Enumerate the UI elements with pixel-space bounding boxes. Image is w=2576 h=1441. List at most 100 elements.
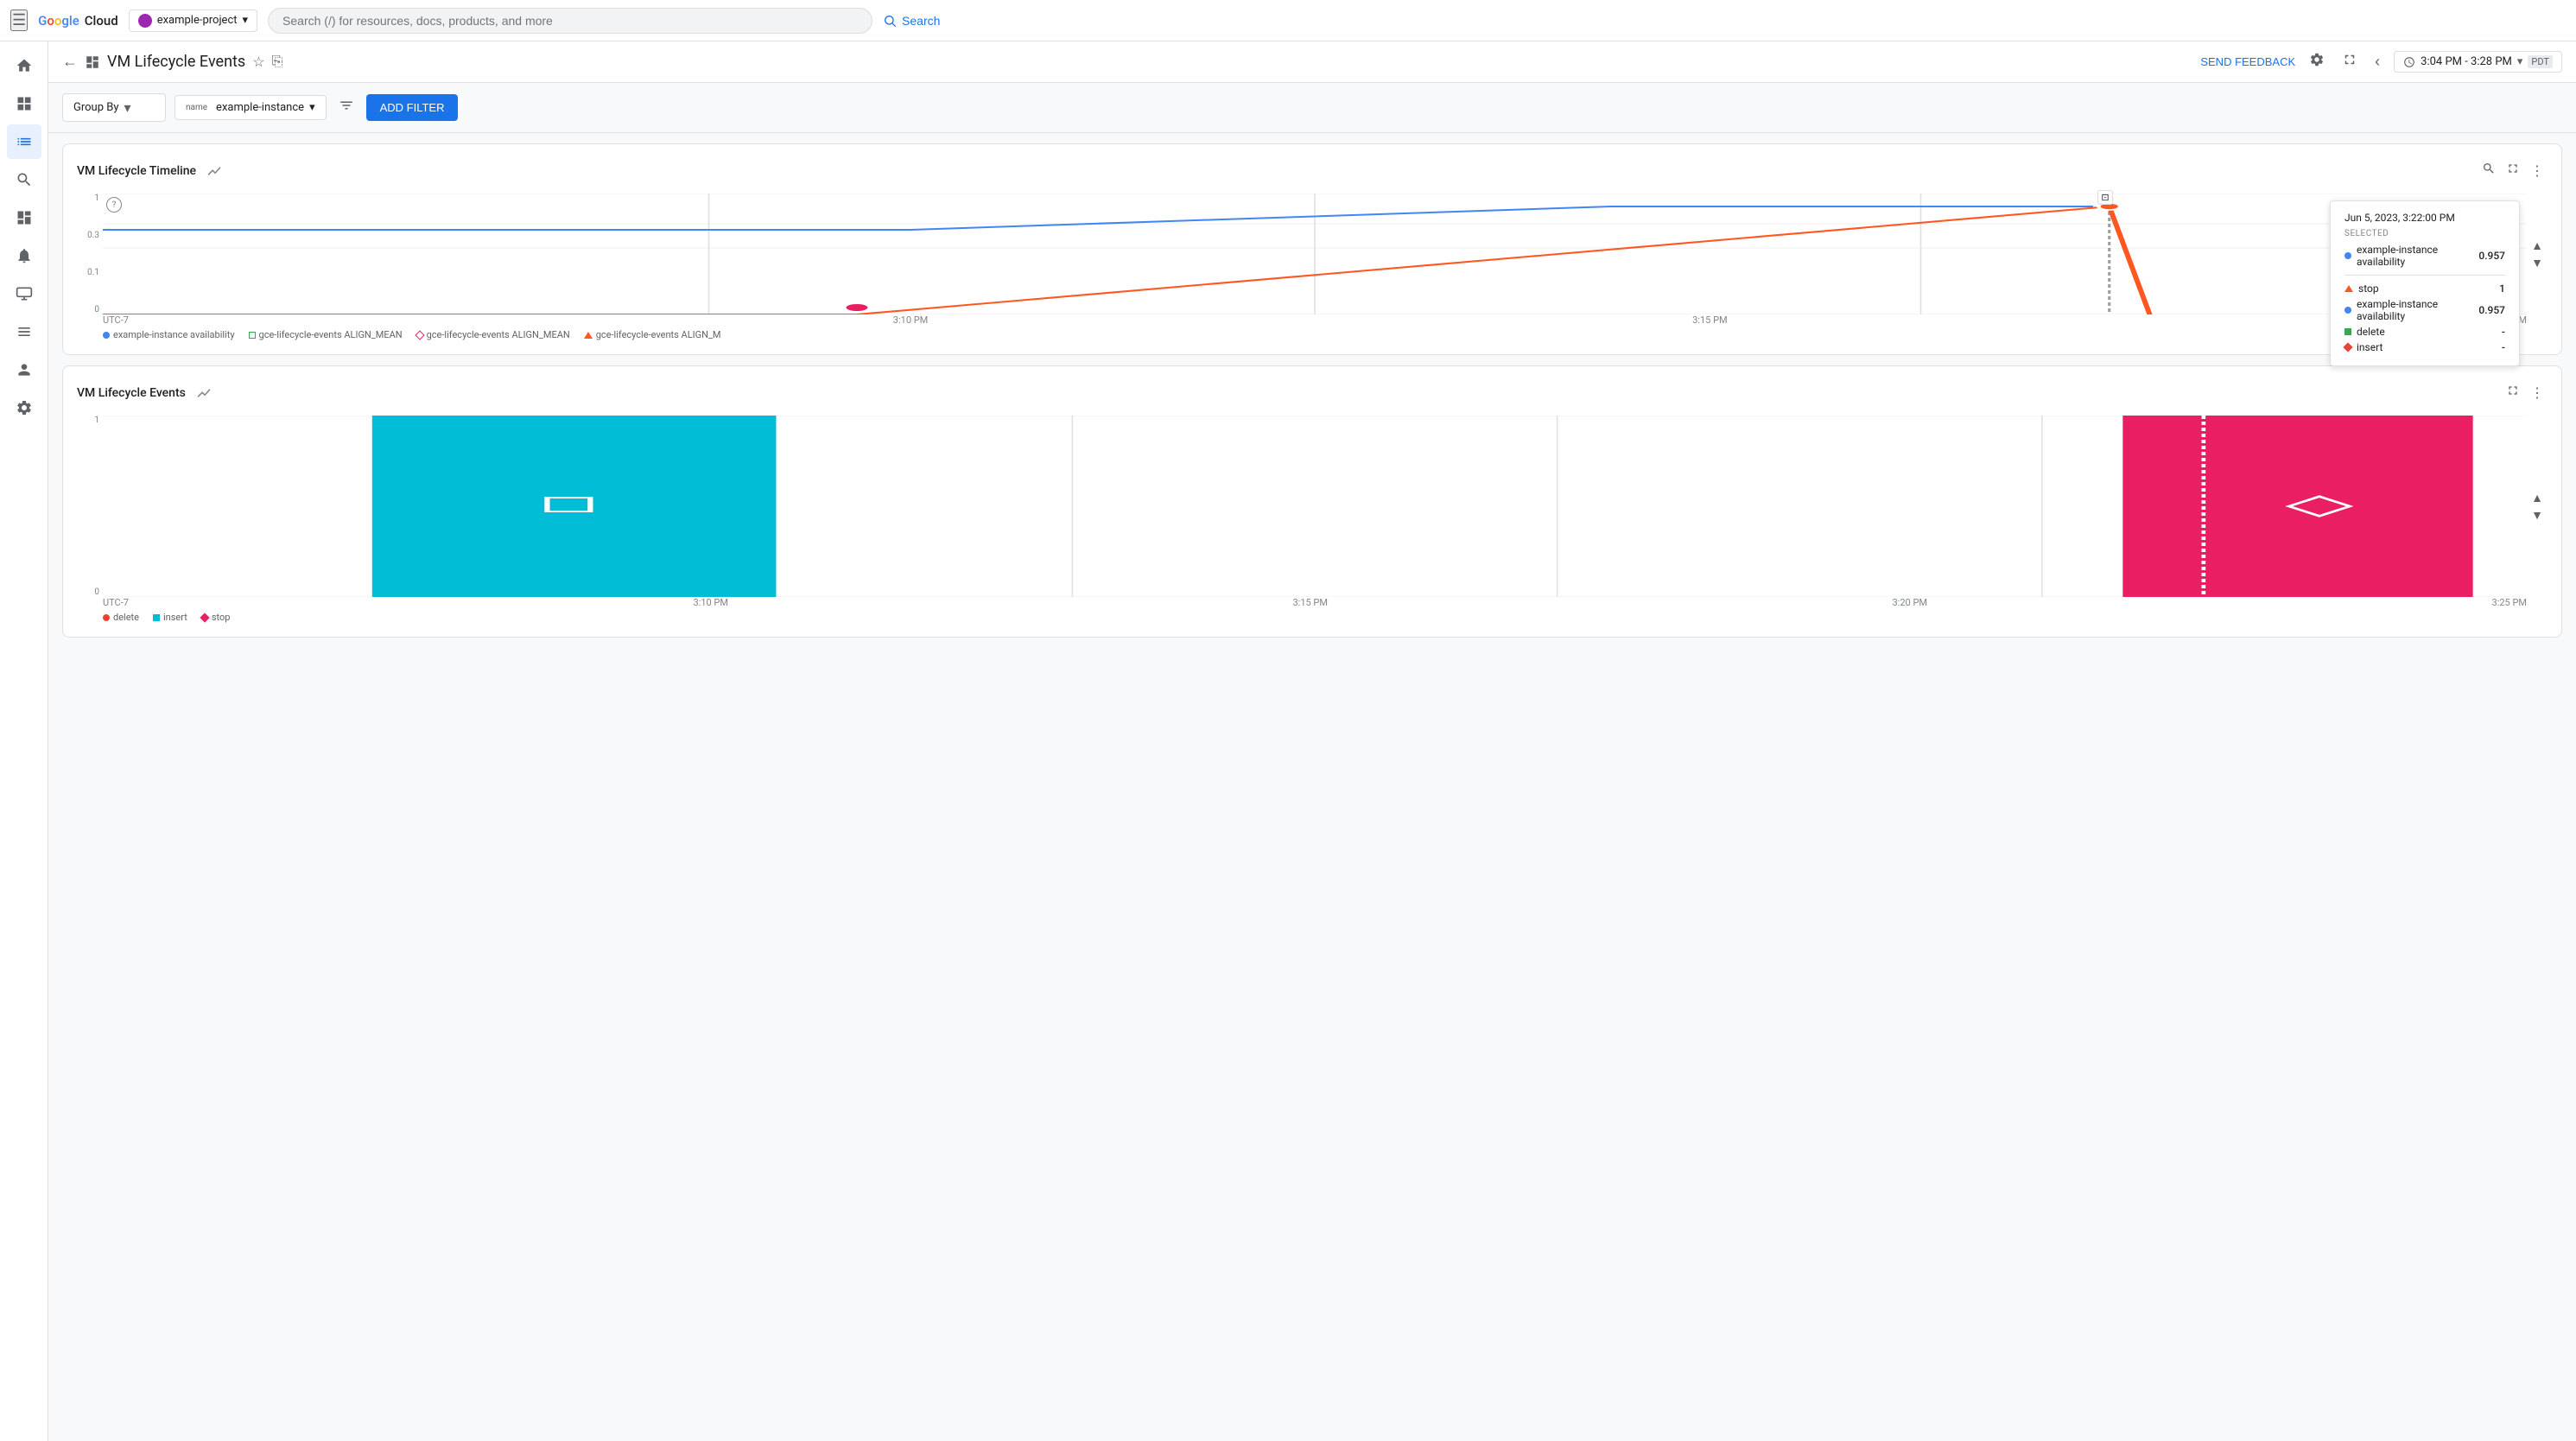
sidebar-item-dashboards[interactable] xyxy=(7,200,41,235)
hamburger-menu[interactable]: ☰ xyxy=(10,10,28,31)
legend-stop: stop xyxy=(201,612,231,623)
scroll-up-button[interactable]: ▲ xyxy=(2531,238,2543,252)
events-scroll-control[interactable]: ▲ ▼ xyxy=(2527,416,2547,597)
chart-more-button[interactable]: ⋮ xyxy=(2527,158,2547,183)
fullscreen-button[interactable] xyxy=(2338,48,2361,75)
timeline-chart-card: VM Lifecycle Timeline ⋮ xyxy=(62,143,2562,355)
tooltip-stop-row: stop 1 xyxy=(2344,281,2505,296)
tooltip-availability-label: example-instance availability xyxy=(2357,298,2473,322)
tooltip-stop-value: 1 xyxy=(2499,282,2505,295)
events-chart-title: VM Lifecycle Events xyxy=(77,386,186,400)
time-range-selector[interactable]: 3:04 PM - 3:28 PM ▾ PDT xyxy=(2394,51,2562,73)
filter-bar: Group By ▾ name example-instance ▾ ADD F… xyxy=(48,83,2576,133)
events-x-325: 3:25 PM xyxy=(2492,597,2527,608)
tooltip-availability-row: example-instance availability 0.957 xyxy=(2344,296,2505,324)
legend-lifecycle-triangle: gce-lifecycle-events ALIGN_M xyxy=(584,329,721,340)
legend-square-icon xyxy=(249,332,256,339)
send-feedback-button[interactable]: SEND FEEDBACK xyxy=(2200,55,2295,68)
tooltip-metric-label: example-instance availability xyxy=(2357,244,2473,268)
sidebar-item-iam[interactable] xyxy=(7,352,41,387)
legend-stop-diamond xyxy=(200,613,209,622)
collapse-button[interactable]: ‹ xyxy=(2371,49,2383,74)
sidebar-item-home[interactable] xyxy=(7,48,41,83)
page-header: ← VM Lifecycle Events ☆ ⎘ SEND FEEDBACK … xyxy=(48,41,2576,83)
clock-icon xyxy=(2403,56,2415,68)
timeline-chart-controls: ⋮ xyxy=(2478,158,2547,183)
app-layout: ← VM Lifecycle Events ☆ ⎘ SEND FEEDBACK … xyxy=(0,41,2576,1441)
sidebar-item-monitoring[interactable] xyxy=(7,124,41,159)
events-chart-svg xyxy=(103,416,2527,597)
tooltip-stop-label: stop xyxy=(2358,282,2494,295)
left-sidebar xyxy=(0,41,48,1441)
tooltip-dot-icon xyxy=(2344,252,2351,259)
tooltip-date: Jun 5, 2023, 3:22:00 PM xyxy=(2344,212,2505,224)
star-button[interactable]: ☆ xyxy=(252,54,264,71)
events-chart-fullscreen-button[interactable] xyxy=(2503,380,2523,405)
chart-scroll-control[interactable]: ▲ ▼ xyxy=(2527,194,2547,314)
chart2-options-icon xyxy=(196,385,212,401)
sidebar-item-overview[interactable] xyxy=(7,86,41,121)
timeline-legend: example-instance availability gce-lifecy… xyxy=(77,329,2547,340)
add-filter-button[interactable]: ADD FILTER xyxy=(366,94,459,121)
tooltip-delete-value: - xyxy=(2502,326,2505,338)
chevron-down-icon: ▾ xyxy=(2517,55,2523,68)
events-x-axis: UTC-7 3:10 PM 3:15 PM 3:20 PM 3:25 PM xyxy=(77,597,2547,608)
legend-insert-square xyxy=(153,614,160,621)
header-right: SEND FEEDBACK ‹ 3:04 PM - 3:28 PM ▾ PDT xyxy=(2200,48,2562,75)
chart-options-icon xyxy=(206,163,222,179)
legend-delete-dot xyxy=(103,614,110,621)
sidebar-item-explore[interactable] xyxy=(7,162,41,197)
timeline-chart-svg xyxy=(103,194,2527,314)
legend-availability: example-instance availability xyxy=(103,329,235,340)
crosshair-icon: ⊡ xyxy=(2097,190,2112,205)
search-button[interactable]: Search xyxy=(883,14,940,28)
y-axis-mid1: 0.3 xyxy=(77,231,99,240)
back-button[interactable]: ← xyxy=(62,53,78,71)
group-by-select[interactable]: Group By ▾ xyxy=(62,93,166,122)
legend-insert: insert xyxy=(153,612,187,623)
events-x-utc: UTC-7 xyxy=(103,597,129,608)
sidebar-item-alerts[interactable] xyxy=(7,238,41,273)
legend-lifecycle-diamond: gce-lifecycle-events ALIGN_MEAN xyxy=(416,329,570,340)
legend-availability-label: example-instance availability xyxy=(113,329,235,340)
events-scroll-up-button[interactable]: ▲ xyxy=(2531,491,2543,505)
page-title: VM Lifecycle Events xyxy=(107,53,245,71)
filter-options-button[interactable] xyxy=(335,94,358,121)
events-chart-more-button[interactable]: ⋮ xyxy=(2527,380,2547,405)
events-chart-header: VM Lifecycle Events ⋮ xyxy=(77,380,2547,405)
tooltip-insert-row: insert - xyxy=(2344,340,2505,355)
sidebar-item-settings[interactable] xyxy=(7,390,41,425)
tooltip-insert-diamond xyxy=(2343,342,2352,352)
timeline-x-axis: UTC-7 3:10 PM 3:15 PM 3:20 PM xyxy=(77,314,2547,326)
scroll-down-button[interactable]: ▼ xyxy=(2531,256,2543,270)
events-x-315: 3:15 PM xyxy=(1292,597,1327,608)
name-value-select[interactable]: name example-instance ▾ xyxy=(174,95,327,120)
tooltip-selected-label: SELECTED xyxy=(2344,229,2505,238)
settings-button[interactable] xyxy=(2306,48,2328,75)
tooltip-availability-dot xyxy=(2344,307,2351,314)
share-button[interactable]: ⎘ xyxy=(272,54,283,70)
global-search-bar[interactable] xyxy=(268,8,872,34)
project-name: example-project xyxy=(157,14,238,27)
tooltip-delete-label: delete xyxy=(2357,326,2497,338)
events-x-310: 3:10 PM xyxy=(693,597,727,608)
legend-dot-icon xyxy=(103,332,110,339)
events-y-axis: 1 0 xyxy=(77,416,103,597)
page-title-area: VM Lifecycle Events ☆ ⎘ xyxy=(85,53,282,71)
chart-fullscreen-button[interactable] xyxy=(2503,158,2523,183)
chevron-down-icon: ▾ xyxy=(124,99,131,116)
events-scroll-down-button[interactable]: ▼ xyxy=(2531,508,2543,522)
project-selector[interactable]: example-project ▾ xyxy=(129,10,257,32)
chart-zoom-button[interactable] xyxy=(2478,158,2499,183)
timeline-chart-header: VM Lifecycle Timeline ⋮ xyxy=(77,158,2547,183)
main-content: ← VM Lifecycle Events ☆ ⎘ SEND FEEDBACK … xyxy=(48,41,2576,1441)
search-input[interactable] xyxy=(282,14,858,28)
sidebar-item-compute[interactable] xyxy=(7,276,41,311)
insert-bar-left xyxy=(372,416,777,597)
legend-lifecycle-diamond-label: gce-lifecycle-events ALIGN_MEAN xyxy=(427,329,570,340)
legend-lifecycle-triangle-label: gce-lifecycle-events ALIGN_M xyxy=(596,329,721,340)
events-legend: delete insert stop xyxy=(77,612,2547,623)
tooltip-delete-square xyxy=(2344,328,2351,335)
x-axis-utc: UTC-7 xyxy=(103,314,129,326)
sidebar-item-storage[interactable] xyxy=(7,314,41,349)
